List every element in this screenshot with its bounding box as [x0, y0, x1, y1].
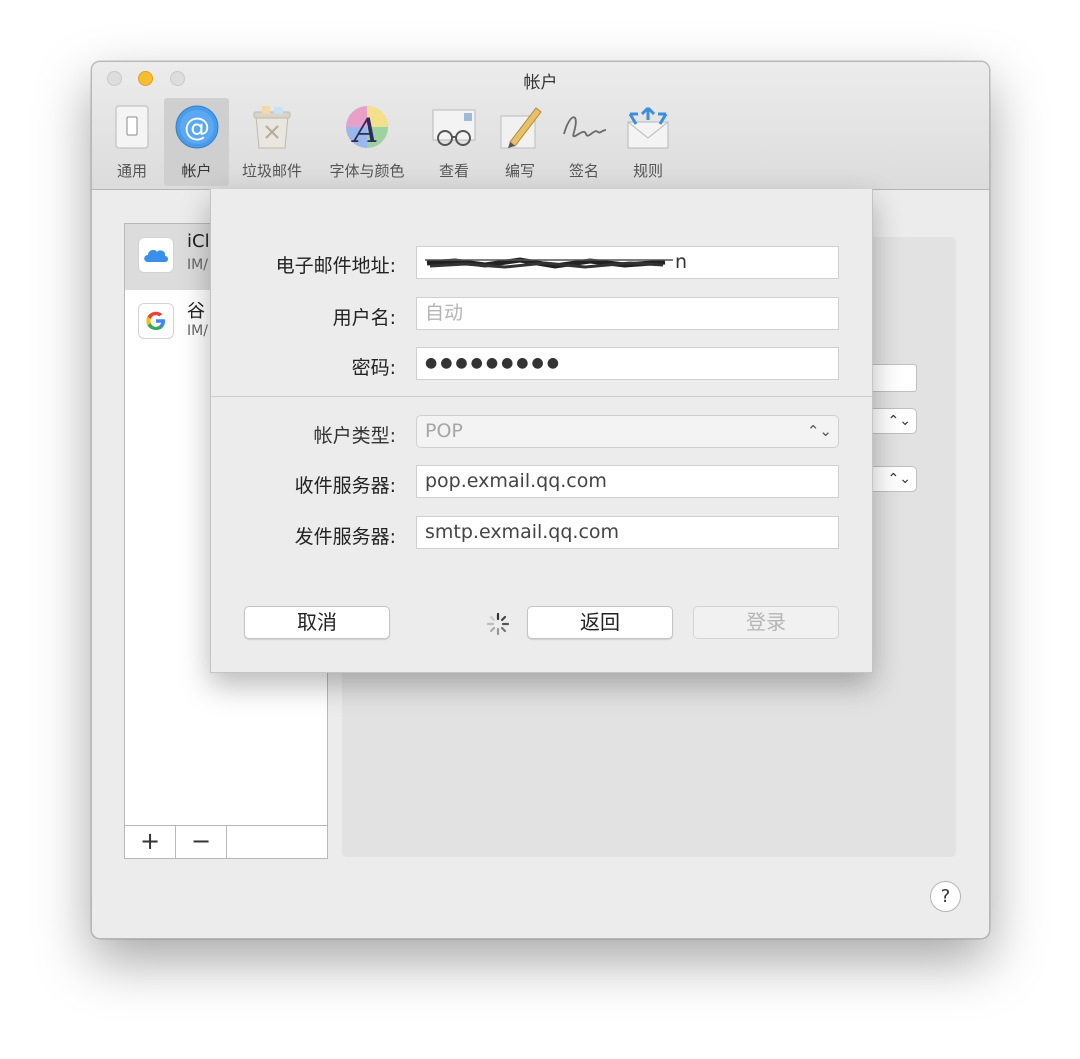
chevron-updown-icon: ⌃⌄	[887, 471, 911, 487]
sheet-separator	[211, 396, 872, 397]
back-button[interactable]: 返回	[527, 606, 673, 639]
at-sign-icon: @	[175, 105, 218, 149]
add-account-button[interactable]: +	[125, 826, 176, 858]
junk-mail-bin-icon	[253, 106, 291, 149]
username-label: 用户名:	[332, 307, 396, 329]
password-label: 密码:	[351, 357, 396, 379]
email-field-visible-tail: n	[675, 251, 688, 273]
account-type-value: POP	[425, 420, 463, 442]
toolbar-label: 查看	[438, 162, 469, 180]
username-field[interactable]: 自动	[416, 297, 839, 330]
chevron-updown-icon: ⌃⌄	[806, 422, 832, 440]
toolbar-label: 帐户	[181, 162, 212, 180]
window-title: 帐户	[523, 73, 558, 93]
toolbar-label: 通用	[116, 162, 147, 180]
toolbar-label: 签名	[568, 162, 599, 180]
outgoing-server-field[interactable]: smtp.exmail.qq.com	[416, 516, 839, 549]
icloud-icon	[138, 237, 174, 273]
email-field[interactable]: n	[416, 246, 839, 279]
password-field[interactable]: ●●●●●●●●●	[416, 347, 839, 380]
toolbar-item-composing[interactable]: 编写	[490, 98, 550, 186]
svg-text:A: A	[351, 111, 379, 150]
account-type-popup[interactable]: POP ⌃⌄	[416, 415, 839, 448]
toolbar-item-fonts-colors[interactable]: A 字体与颜色	[318, 98, 416, 186]
pencil-paper-icon	[500, 107, 542, 149]
font-color-wheel-icon: A	[346, 106, 388, 150]
toolbar-item-viewing[interactable]: 查看	[422, 98, 486, 186]
redacted-email-scribble	[425, 256, 673, 269]
google-icon	[138, 303, 174, 339]
remove-account-button[interactable]: −	[176, 826, 227, 858]
toolbar-item-junk[interactable]: 垃圾邮件	[234, 98, 310, 186]
toolbar-label: 字体与颜色	[329, 162, 405, 180]
incoming-server-label: 收件服务器:	[294, 475, 396, 497]
account-list-toolbar: + −	[125, 825, 327, 858]
toolbar-label: 垃圾邮件	[241, 162, 302, 180]
outgoing-server-label: 发件服务器:	[294, 526, 396, 548]
account-setup-sheet: 电子邮件地址: n 用户名: 自动 密码: ●●●●●●●●● 帐户类型: PO…	[210, 189, 873, 673]
rules-envelope-icon	[627, 106, 669, 149]
login-button[interactable]: 登录	[693, 606, 839, 639]
title-bar: 帐户 通用 @ 帐户 垃圾邮件 A 字体与颜色 查看 编写 签名 规则	[92, 62, 989, 190]
cancel-button[interactable]: 取消	[244, 606, 390, 639]
email-label: 电子邮件地址:	[275, 255, 396, 277]
toolbar-label: 规则	[632, 162, 663, 180]
account-type-label: 帐户类型:	[313, 425, 396, 447]
toolbar-label: 编写	[504, 162, 535, 180]
toolbar-item-rules[interactable]: 规则	[618, 98, 678, 186]
toolbar-item-accounts[interactable]: @ 帐户	[164, 98, 229, 186]
chevron-updown-icon: ⌃⌄	[887, 413, 911, 429]
account-type: IM/	[187, 257, 208, 273]
toolbar-item-signatures[interactable]: 签名	[554, 98, 614, 186]
incoming-server-field[interactable]: pop.exmail.qq.com	[416, 465, 839, 498]
help-button[interactable]: ?	[930, 881, 961, 912]
account-name: iCl	[187, 231, 210, 252]
general-switch-icon	[115, 105, 149, 149]
glasses-envelope-icon	[432, 109, 476, 146]
signature-icon	[563, 116, 607, 138]
loading-spinner-icon	[486, 612, 510, 636]
account-type: IM/	[187, 323, 208, 339]
svg-text:@: @	[184, 113, 210, 143]
toolbar-item-general[interactable]: 通用	[104, 98, 160, 186]
account-name: 谷	[187, 301, 205, 322]
